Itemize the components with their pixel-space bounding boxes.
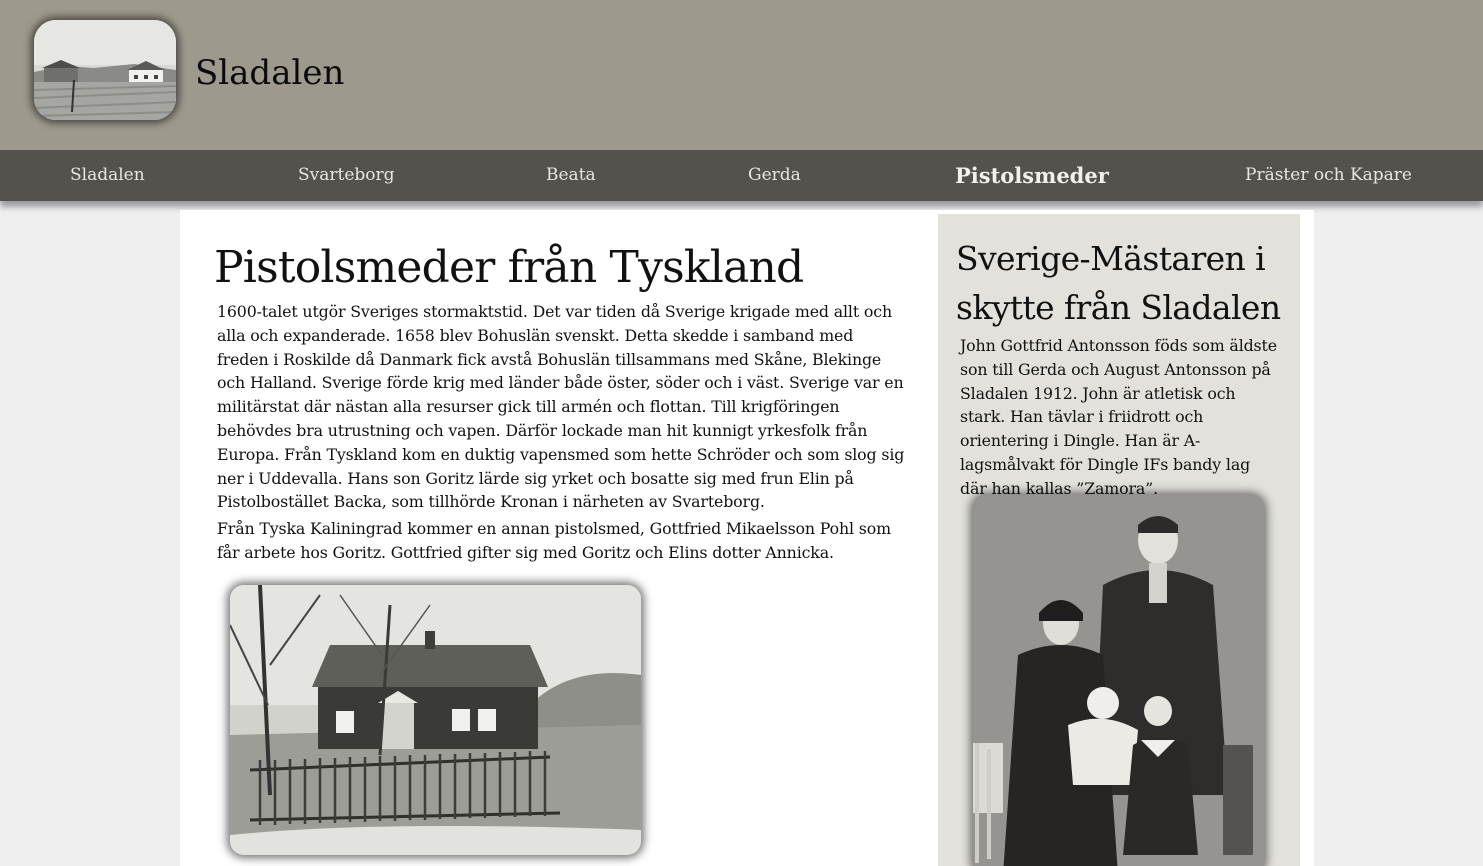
nav-item-praster-och-kapare[interactable]: Präster och Kapare (1245, 150, 1412, 201)
house-photo (230, 585, 641, 855)
farm-photo-logo-icon[interactable] (34, 20, 176, 120)
nav-item-beata[interactable]: Beata (546, 150, 596, 201)
nav-item-svarteborg[interactable]: Svarteborg (298, 150, 395, 201)
nav-item-sladalen[interactable]: Sladalen (70, 150, 145, 201)
sidebar-title: Sverige-Mästaren i skytte från Sladalen (956, 239, 1281, 327)
site-title[interactable]: Sladalen (195, 50, 344, 96)
nav-item-pistolsmeder[interactable]: Pistolsmeder (955, 150, 1109, 201)
family-photo (973, 495, 1264, 866)
site-header: Sladalen (0, 0, 1483, 150)
article-paragraph-1: 1600-talet utgör Sveriges stormaktstid. … (217, 302, 905, 512)
article-title: Pistolsmeder från Tyskland (214, 242, 804, 293)
sidebar-text: John Gottfrid Antonsson föds som äldste … (960, 336, 1277, 498)
article-paragraph-2: Från Tyska Kaliningrad kommer en annan p… (217, 519, 891, 562)
nav-item-gerda[interactable]: Gerda (748, 150, 801, 201)
main-nav: Sladalen Svarteborg Beata Gerda Pistolsm… (0, 150, 1483, 201)
